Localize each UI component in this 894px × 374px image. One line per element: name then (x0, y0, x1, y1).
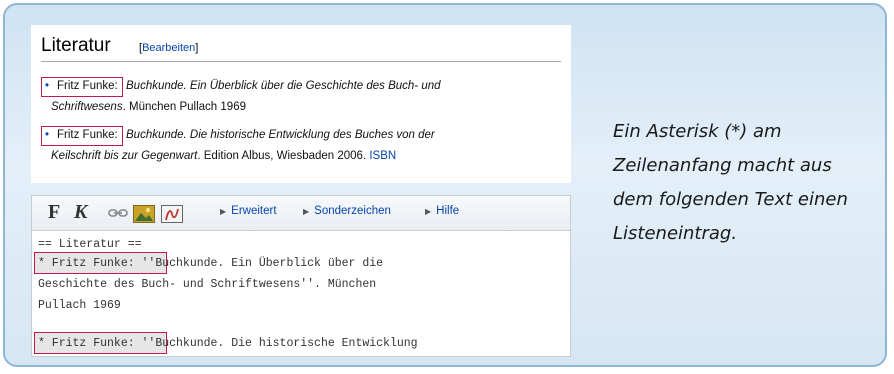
edit-link[interactable]: Bearbeiten (142, 42, 195, 54)
editor-toolbar: F K ▶ Erweitert ▶ Sonderzeichen ▶ Hilfe (32, 196, 570, 231)
code-line[interactable]: Geschichte des Buch- und Schriftwesens''… (38, 278, 376, 291)
italic-button[interactable]: K (74, 201, 87, 224)
code-line[interactable]: Pullach 1969 (38, 299, 121, 312)
menu-hilfe[interactable]: ▶ Hilfe (425, 205, 459, 217)
code-line[interactable]: * Fritz Funke: ''Buchkunde. Die historis… (38, 337, 418, 350)
heading-divider (41, 61, 561, 62)
media-icon[interactable] (161, 205, 183, 228)
caption-text: Ein Asterisk (*) am Zeilenanfang macht a… (613, 121, 848, 244)
image-icon[interactable] (133, 205, 155, 228)
section-heading: Literatur (41, 35, 111, 56)
isbn-link[interactable]: ISBN (369, 150, 396, 162)
title-line-2: Schriftwesens. München Pullach 1969 (51, 101, 246, 113)
title-line-1: Buchkunde. Die historische Entwicklung d… (126, 129, 435, 141)
menu-erweitert[interactable]: ▶ Erweitert (220, 205, 277, 217)
bold-button[interactable]: F (48, 201, 60, 224)
triangle-right-icon: ▶ (220, 207, 227, 216)
title-line-1: Buchkunde. Ein Überblick über die Geschi… (126, 80, 441, 92)
illustration-card: Literatur [Bearbeiten] • Fritz Funke: Bu… (3, 3, 887, 367)
wikitext-editor: F K ▶ Erweitert ▶ Sonderzeichen ▶ Hilfe == … (31, 195, 571, 357)
menu-sonderzeichen[interactable]: ▶ Sonderzeichen (303, 205, 391, 217)
triangle-right-icon: ▶ (425, 207, 432, 216)
code-line[interactable]: * Fritz Funke: ''Buchkunde. Ein Überblic… (38, 257, 383, 270)
highlight-box (41, 126, 123, 146)
link-icon[interactable] (108, 205, 128, 226)
highlight-box (41, 77, 123, 97)
title-line-2: Keilschrift bis zur Gegenwart. Edition A… (51, 150, 397, 162)
edit-section: [Bearbeiten] (139, 42, 199, 54)
triangle-right-icon: ▶ (303, 207, 310, 216)
rendered-article: Literatur [Bearbeiten] • Fritz Funke: Bu… (31, 25, 571, 183)
code-line[interactable]: == Literatur == (38, 238, 142, 251)
